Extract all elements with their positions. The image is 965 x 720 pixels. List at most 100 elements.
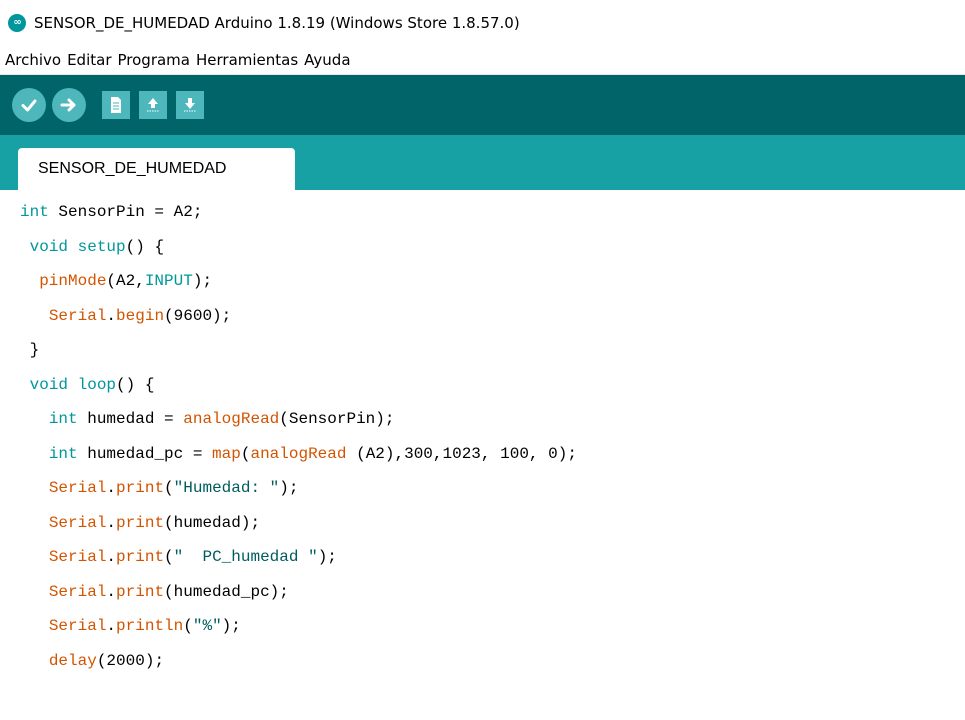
code-token: }: [20, 341, 40, 359]
code-token: .: [106, 513, 117, 532]
code-token: );: [192, 272, 213, 290]
code-token: Serial: [48, 306, 107, 325]
code-token: delay: [48, 651, 97, 670]
code-token: Serial: [48, 479, 107, 497]
code-token: (: [183, 617, 193, 635]
code-line: }: [20, 716, 49, 720]
code-token: Serial: [48, 513, 107, 532]
code-token: Serial: [48, 582, 107, 601]
code-token: setup: [77, 237, 126, 256]
code-token: (humedad);: [164, 513, 261, 532]
code-token: SensorPin = A2;: [48, 203, 203, 221]
verify-icon: [21, 99, 37, 112]
menu-programa[interactable]: Programa: [118, 51, 190, 69]
code-token: print: [116, 582, 165, 601]
code-token: .: [106, 306, 117, 325]
menu-editar[interactable]: Editar: [67, 51, 111, 69]
code-token: (: [164, 479, 174, 497]
code-token: () {: [125, 237, 165, 256]
code-line: Serial.print(humedad);: [20, 509, 260, 537]
code-token: );: [279, 479, 299, 497]
code-token: (A2),300,1023, 100, 0);: [346, 444, 577, 463]
code-token: loop: [77, 375, 117, 394]
code-token: humedad_pc =: [77, 444, 213, 463]
menu-archivo[interactable]: Archivo: [5, 51, 61, 69]
code-token: analogRead: [250, 444, 347, 463]
code-token: "Humedad: ": [173, 479, 280, 497]
code-line: Serial.begin(9600);: [20, 302, 231, 330]
code-editor[interactable]: int SensorPin = A2; void setup() { pinMo…: [0, 190, 965, 720]
upload-icon: [60, 98, 76, 112]
code-token: analogRead: [183, 410, 280, 428]
code-line: int humedad_pc = map(analogRead (A2),300…: [20, 440, 577, 468]
code-token: map: [212, 444, 241, 463]
code-line: Serial.print("Humedad: ");: [20, 474, 299, 502]
code-token: (: [164, 548, 174, 566]
code-line: int SensorPin = A2;: [20, 198, 202, 226]
menu-herramientas[interactable]: Herramientas: [196, 51, 298, 69]
code-token: INPUT: [144, 272, 193, 290]
code-token: int: [48, 410, 78, 428]
code-token: print: [116, 548, 165, 566]
code-line: Serial.println("%");: [20, 612, 241, 640]
open-button[interactable]: [139, 91, 167, 119]
code-line: void loop() {: [20, 371, 155, 399]
code-token: );: [317, 548, 337, 566]
code-token: "%": [192, 617, 222, 635]
code-token: int: [20, 203, 49, 221]
code-token: .: [106, 548, 117, 566]
code-line: Serial.print(" PC_humedad ");: [20, 543, 337, 571]
code-token: void: [29, 375, 69, 394]
code-token: (2000);: [96, 651, 165, 670]
code-token: int: [48, 444, 78, 463]
code-token: humedad =: [77, 410, 184, 428]
code-line: pinMode(A2,INPUT);: [20, 267, 212, 295]
menu-ayuda[interactable]: Ayuda: [304, 51, 350, 69]
code-token: println: [116, 617, 184, 635]
save-button[interactable]: [176, 91, 204, 119]
code-token: Serial: [48, 548, 107, 566]
toolbar: [0, 75, 965, 135]
code-line: }: [20, 336, 40, 364]
tab-strip: SENSOR_DE_HUMEDAD: [0, 135, 965, 190]
code-token: (SensorPin);: [279, 410, 395, 428]
code-token: begin: [116, 306, 165, 325]
code-line: Serial.print(humedad_pc);: [20, 578, 289, 606]
arduino-logo-icon: ∞: [8, 13, 26, 32]
code-token: Serial: [48, 617, 107, 635]
code-token: );: [221, 617, 241, 635]
save-icon: [184, 98, 196, 112]
code-token: (9600);: [164, 306, 232, 325]
code-token: void: [29, 237, 69, 256]
open-icon: [147, 98, 159, 112]
code-token: print: [116, 513, 165, 532]
new-file-icon: [111, 97, 121, 113]
new-file-button[interactable]: [102, 91, 130, 119]
code-token: print: [116, 479, 165, 497]
code-line: int humedad = analogRead(SensorPin);: [20, 405, 395, 433]
code-token: " PC_humedad ": [173, 548, 318, 566]
code-token: .: [106, 479, 117, 497]
upload-button[interactable]: [52, 88, 86, 122]
tab-sensor-de-humedad[interactable]: SENSOR_DE_HUMEDAD: [18, 148, 295, 190]
code-token: .: [106, 582, 117, 601]
code-line: void setup() {: [20, 233, 164, 261]
code-line: delay(2000);: [20, 647, 164, 675]
verify-button[interactable]: [12, 88, 46, 122]
tab-label: SENSOR_DE_HUMEDAD: [38, 160, 227, 177]
window-title: SENSOR_DE_HUMEDAD Arduino 1.8.19 (Window…: [34, 13, 520, 32]
code-token: pinMode: [39, 272, 107, 290]
menu-bar: Archivo Editar Programa Herramientas Ayu…: [0, 45, 965, 75]
